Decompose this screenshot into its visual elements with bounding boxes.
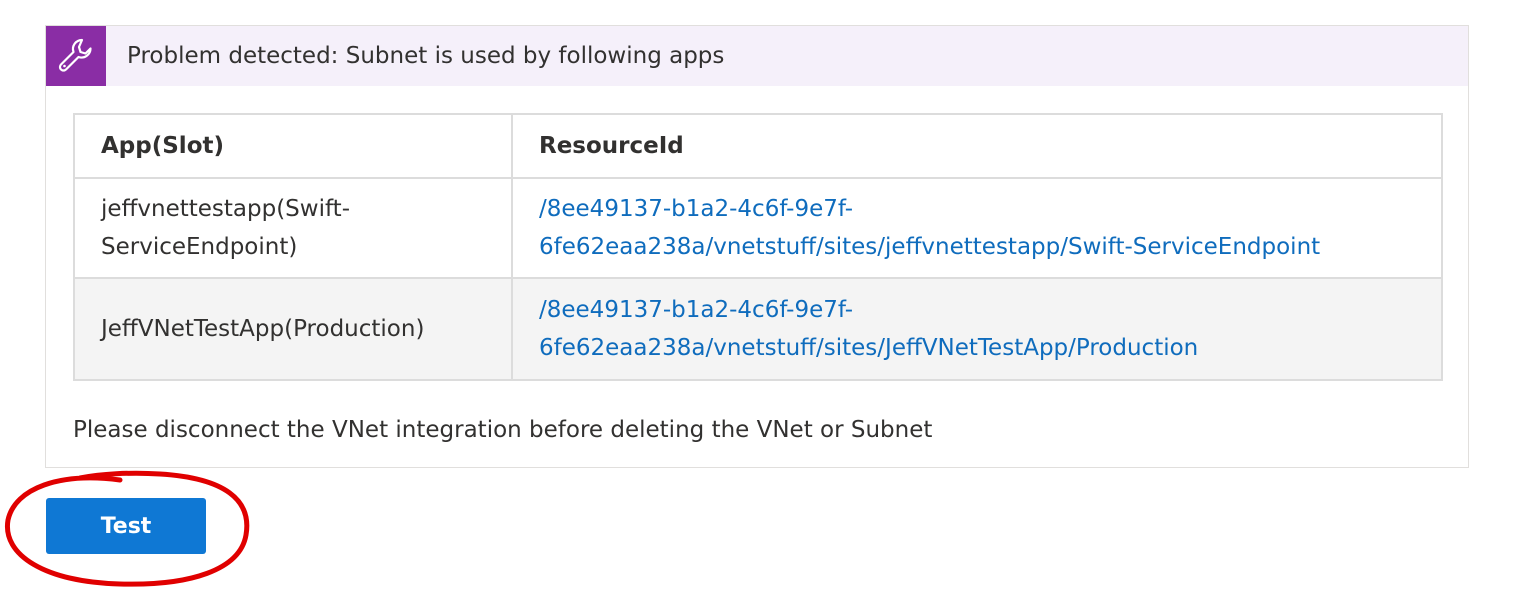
problem-header: Problem detected: Subnet is used by foll… <box>46 26 1468 86</box>
problem-title: Problem detected: Subnet is used by foll… <box>127 43 725 69</box>
app-slot-text: JeffVNetTestApp(Production) <box>101 316 425 342</box>
table-row: JeffVNetTestApp(Production) /8ee49137-b1… <box>73 277 1443 381</box>
resource-id-cell: /8ee49137-b1a2-4c6f-9e7f- 6fe62eaa238a/v… <box>511 177 1443 279</box>
app-slot-cell: JeffVNetTestApp(Production) <box>73 277 513 381</box>
app-slot-text: ServiceEndpoint) <box>101 234 298 260</box>
table-row: jeffvnettestapp(Swift- ServiceEndpoint) … <box>73 177 1443 279</box>
problem-panel: Problem detected: Subnet is used by foll… <box>45 25 1469 468</box>
app-slot-text: jeffvnettestapp(Swift- <box>101 196 350 222</box>
wrench-icon <box>46 26 106 86</box>
app-slot-cell: jeffvnettestapp(Swift- ServiceEndpoint) <box>73 177 513 279</box>
table-header-row: App(Slot) ResourceId <box>73 113 1443 179</box>
column-header-resource-id: ResourceId <box>511 113 1443 179</box>
apps-table: App(Slot) ResourceId jeffvnettestapp(Swi… <box>73 113 1443 381</box>
resource-id-link[interactable]: /8ee49137-b1a2-4c6f-9e7f- 6fe62eaa238a/v… <box>539 297 1198 361</box>
disconnect-instruction: Please disconnect the VNet integration b… <box>73 417 933 443</box>
resource-id-link[interactable]: /8ee49137-b1a2-4c6f-9e7f- 6fe62eaa238a/v… <box>539 196 1320 260</box>
resource-id-cell: /8ee49137-b1a2-4c6f-9e7f- 6fe62eaa238a/v… <box>511 277 1443 381</box>
column-header-app-slot: App(Slot) <box>73 113 513 179</box>
test-button[interactable]: Test <box>46 498 206 554</box>
